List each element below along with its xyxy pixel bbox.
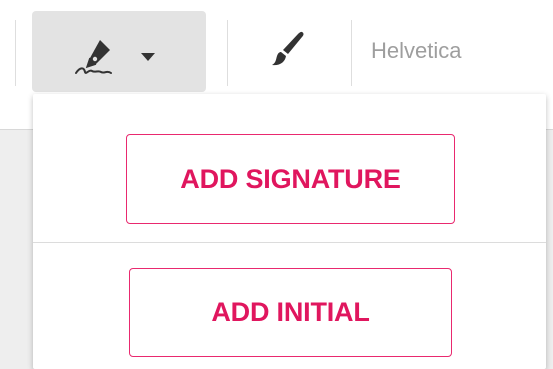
editor-page: Helvetica ADD SIGNATURE ADD INITIAL [0,0,553,369]
signature-dropdown-menu: ADD SIGNATURE ADD INITIAL [33,94,546,369]
add-signature-button[interactable]: ADD SIGNATURE [126,134,455,224]
toolbar-divider [227,20,228,86]
fountain-pen-signature-icon [75,40,112,74]
toolbar-divider [15,20,16,86]
paint-brush-icon [272,31,304,66]
font-family-value: Helvetica [371,38,462,63]
menu-divider [33,242,546,243]
font-family-select[interactable]: Helvetica [352,20,553,80]
brush-tool-button[interactable] [258,20,318,80]
add-initial-button[interactable]: ADD INITIAL [129,268,452,357]
toolbar: Helvetica [0,0,553,96]
caret-down-icon [141,53,155,61]
signature-tool-button[interactable] [32,11,206,92]
